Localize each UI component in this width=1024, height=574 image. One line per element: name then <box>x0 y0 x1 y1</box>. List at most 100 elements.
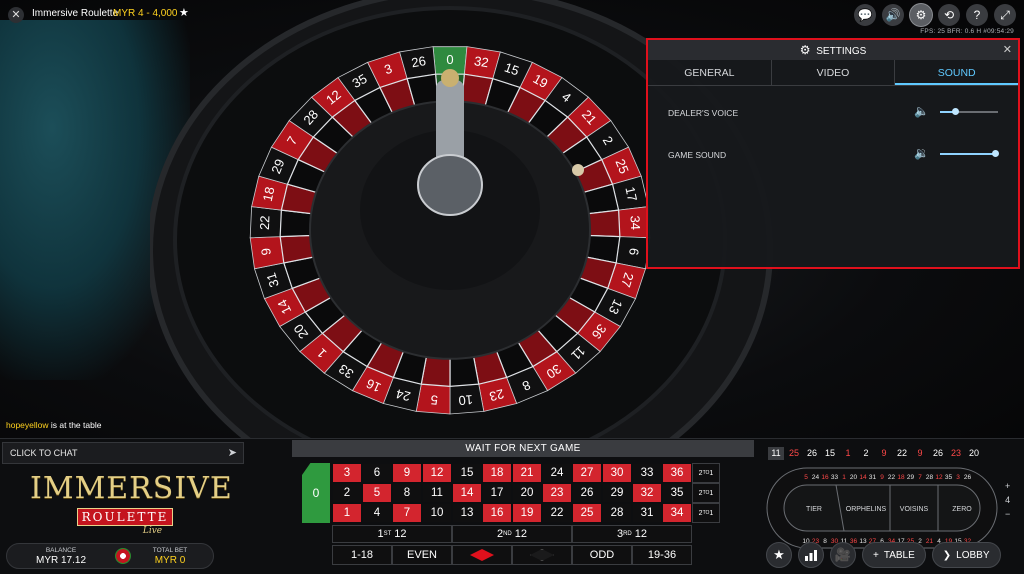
bet-spot-19[interactable]: 19 <box>512 503 542 523</box>
bet-spot-20[interactable]: 20 <box>512 483 542 503</box>
bet-spot-26[interactable]: 26 <box>572 483 602 503</box>
racetrack-number[interactable]: 31 <box>869 474 877 481</box>
bet-spot-30[interactable]: 30 <box>602 463 632 483</box>
tab-sound[interactable]: SOUND <box>895 60 1019 85</box>
speaker-icon[interactable]: 🔉 <box>914 146 929 160</box>
bet-spot-18[interactable]: 18 <box>482 463 512 483</box>
racetrack-number[interactable]: 9 <box>880 474 884 481</box>
settings-close-icon[interactable]: ✕ <box>1003 40 1012 60</box>
dealer-voice-slider[interactable] <box>940 108 998 115</box>
total-bet-value: MYR 0 <box>154 555 186 566</box>
bet-spot-15[interactable]: 15 <box>452 463 482 483</box>
racetrack-number[interactable]: 20 <box>850 474 858 481</box>
bet-spot-33[interactable]: 33 <box>632 463 662 483</box>
lobby-button[interactable]: ❯ LOBBY <box>931 542 1001 568</box>
column-bet-1[interactable]: 2 TO 1 <box>692 503 720 523</box>
bet-spot-27[interactable]: 27 <box>572 463 602 483</box>
send-icon[interactable]: ➤ <box>228 446 237 459</box>
racetrack-number[interactable]: 12 <box>935 474 943 481</box>
favorite-star-icon[interactable]: ★ <box>179 6 189 19</box>
bet-spot-5[interactable]: 5 <box>362 483 392 503</box>
bet-spot-35[interactable]: 35 <box>662 483 692 503</box>
racetrack-section-voisins[interactable]: VOISINS <box>900 506 929 513</box>
bet-spot-13[interactable]: 13 <box>452 503 482 523</box>
bet-spot-3[interactable]: 3 <box>332 463 362 483</box>
bet-spot-24[interactable]: 24 <box>542 463 572 483</box>
table-button[interactable]: + TABLE <box>862 542 926 568</box>
statistics-icon[interactable] <box>798 542 824 568</box>
racetrack-number[interactable]: 18 <box>897 474 905 481</box>
bet-spot-31[interactable]: 31 <box>632 503 662 523</box>
outside-bet-1-18[interactable]: 1-18 <box>332 545 392 565</box>
racetrack-section-tier[interactable]: TIER <box>806 506 822 513</box>
racetrack-number[interactable]: 14 <box>859 474 867 481</box>
bet-spot-16[interactable]: 16 <box>482 503 512 523</box>
bet-spot-8[interactable]: 8 <box>392 483 422 503</box>
racetrack-section-orphelins[interactable]: ORPHELINS <box>846 506 887 513</box>
bet-spot-21[interactable]: 21 <box>512 463 542 483</box>
racetrack-number[interactable]: 24 <box>812 474 820 481</box>
bet-spot-36[interactable]: 36 <box>662 463 692 483</box>
outside-bet-even[interactable]: EVEN <box>392 545 452 565</box>
bet-spot-23[interactable]: 23 <box>542 483 572 503</box>
help-icon[interactable]: ? <box>966 4 988 26</box>
chat-bubbles-icon[interactable]: 💬 <box>854 4 876 26</box>
speaker-muted-icon[interactable]: 🔈 <box>914 104 929 118</box>
favorite-bets-icon[interactable]: ★ <box>766 542 792 568</box>
bet-spot-28[interactable]: 28 <box>602 503 632 523</box>
bet-spot-14[interactable]: 14 <box>452 483 482 503</box>
black-bet[interactable] <box>512 545 572 565</box>
racetrack-number[interactable]: 33 <box>831 474 839 481</box>
racetrack-number[interactable]: 35 <box>945 474 953 481</box>
bet-spot-9[interactable]: 9 <box>392 463 422 483</box>
bet-spot-25[interactable]: 25 <box>572 503 602 523</box>
bet-spot-4[interactable]: 4 <box>362 503 392 523</box>
bet-spot-7[interactable]: 7 <box>392 503 422 523</box>
tab-general[interactable]: GENERAL <box>648 60 772 85</box>
racetrack-number[interactable]: 26 <box>964 474 972 481</box>
close-game-icon[interactable]: ✕ <box>8 7 24 23</box>
neighbours-minus-icon[interactable]: − <box>1005 507 1010 521</box>
dozen-bet-3[interactable]: 3 RD 12 <box>572 525 692 543</box>
chat-input[interactable]: CLICK TO CHAT ➤ <box>2 442 244 464</box>
racetrack-number[interactable]: 16 <box>821 474 829 481</box>
racetrack-bets[interactable]: 5241633120143192218297281235326102383011… <box>766 467 998 549</box>
racetrack-number[interactable]: 28 <box>926 474 934 481</box>
bet-spot-17[interactable]: 17 <box>482 483 512 503</box>
volume-icon[interactable]: 🔊 <box>882 4 904 26</box>
bet-spot-11[interactable]: 11 <box>422 483 452 503</box>
bet-spot-2[interactable]: 2 <box>332 483 362 503</box>
history-icon[interactable]: ⟲ <box>938 4 960 26</box>
dozen-bet-1[interactable]: 1 ST 12 <box>332 525 452 543</box>
tab-video[interactable]: VIDEO <box>772 60 896 85</box>
bet-spot-29[interactable]: 29 <box>602 483 632 503</box>
neighbours-plus-icon[interactable]: + <box>1005 479 1010 493</box>
slider-handle[interactable] <box>951 108 959 115</box>
bet-spot-10[interactable]: 10 <box>422 503 452 523</box>
bet-spot-34[interactable]: 34 <box>662 503 692 523</box>
racetrack-number[interactable]: 1 <box>842 474 846 481</box>
bet-spot-32[interactable]: 32 <box>632 483 662 503</box>
racetrack-section-zero[interactable]: ZERO <box>952 506 972 513</box>
bet-spot-1[interactable]: 1 <box>332 503 362 523</box>
bet-spot-0[interactable]: 0 <box>302 463 330 523</box>
bet-spot-22[interactable]: 22 <box>542 503 572 523</box>
bet-spot-12[interactable]: 12 <box>422 463 452 483</box>
column-bet-2[interactable]: 2 TO 1 <box>692 483 720 503</box>
column-bet-3[interactable]: 2 TO 1 <box>692 463 720 483</box>
racetrack-number[interactable]: 29 <box>907 474 915 481</box>
video-camera-icon[interactable]: 🎥 <box>830 542 856 568</box>
slider-handle[interactable] <box>992 150 1000 157</box>
settings-gear-icon[interactable]: ⚙ <box>910 4 932 26</box>
racetrack-number[interactable]: 7 <box>918 474 922 481</box>
dozen-bet-2[interactable]: 2 ND 12 <box>452 525 572 543</box>
outside-bet-19-36[interactable]: 19-36 <box>632 545 692 565</box>
racetrack-number[interactable]: 3 <box>956 474 960 481</box>
bet-spot-6[interactable]: 6 <box>362 463 392 483</box>
fullscreen-icon[interactable]: ⤢ <box>994 4 1016 26</box>
racetrack-number[interactable]: 22 <box>888 474 896 481</box>
outside-bet-odd[interactable]: ODD <box>572 545 632 565</box>
racetrack-number[interactable]: 5 <box>804 474 808 481</box>
game-sound-slider[interactable] <box>940 150 1000 157</box>
red-bet[interactable] <box>452 545 512 565</box>
